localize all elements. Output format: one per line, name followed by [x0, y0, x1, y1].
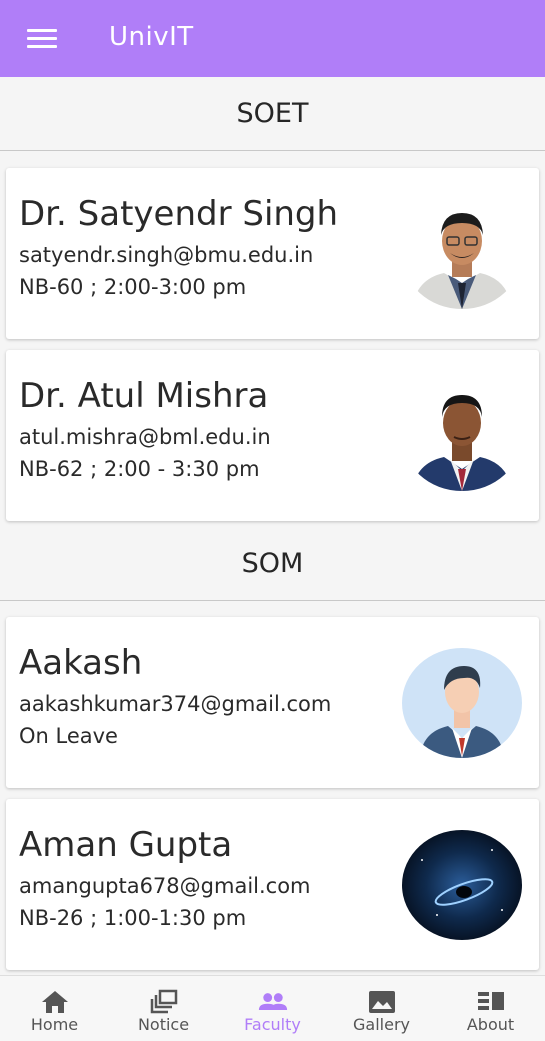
- menu-icon[interactable]: [27, 29, 57, 49]
- nav-item-home[interactable]: Home: [0, 976, 109, 1041]
- nav-label-about: About: [466, 1015, 515, 1034]
- faculty-email: atul.mishra@bml.edu.in: [19, 425, 271, 449]
- nav-label-home: Home: [30, 1015, 79, 1034]
- faculty-email: amangupta678@gmail.com: [19, 874, 311, 898]
- faculty-card[interactable]: Aman Gupta amangupta678@gmail.com NB-26 …: [6, 799, 539, 970]
- faculty-photo: [402, 830, 522, 940]
- faculty-photo: [402, 648, 522, 758]
- nav-item-about[interactable]: About: [436, 976, 545, 1041]
- app-bar: UnivIT: [0, 0, 545, 77]
- app-title: UnivIT: [109, 22, 194, 52]
- faculty-hours: On Leave: [19, 724, 118, 748]
- faculty-hours: NB-60 ; 2:00-3:00 pm: [19, 275, 247, 299]
- nav-label-notice: Notice: [137, 1015, 190, 1034]
- about-icon: [476, 989, 506, 1015]
- nav-label-faculty: Faculty: [244, 1015, 301, 1034]
- faculty-name: Aman Gupta: [19, 825, 233, 865]
- faculty-photo: [402, 199, 522, 309]
- faculty-hours: NB-26 ; 1:00-1:30 pm: [19, 906, 247, 930]
- section-header-soet: SOET: [0, 77, 545, 151]
- faculty-hours: NB-62 ; 2:00 - 3:30 pm: [19, 457, 260, 481]
- nav-item-faculty[interactable]: Faculty: [218, 976, 327, 1041]
- section-header-som: SOM: [0, 527, 545, 601]
- gallery-icon: [367, 989, 397, 1015]
- faculty-name: Dr. Atul Mishra: [19, 376, 269, 416]
- faculty-name: Dr. Satyendr Singh: [19, 194, 339, 234]
- home-icon: [40, 989, 70, 1015]
- nav-item-gallery[interactable]: Gallery: [327, 976, 436, 1041]
- faculty-icon: [258, 989, 288, 1015]
- notice-icon: [149, 989, 179, 1015]
- nav-item-notice[interactable]: Notice: [109, 976, 218, 1041]
- nav-label-gallery: Gallery: [353, 1015, 410, 1034]
- faculty-photo: [402, 381, 522, 491]
- faculty-email: satyendr.singh@bmu.edu.in: [19, 243, 314, 267]
- faculty-name: Aakash: [19, 643, 143, 683]
- faculty-card[interactable]: Dr. Atul Mishra atul.mishra@bml.edu.in N…: [6, 350, 539, 521]
- faculty-card[interactable]: Dr. Satyendr Singh satyendr.singh@bmu.ed…: [6, 168, 539, 339]
- bottom-navigation: Home Notice Faculty Gallery About: [0, 975, 545, 1041]
- faculty-card[interactable]: Aakash aakashkumar374@gmail.com On Leave: [6, 617, 539, 788]
- faculty-email: aakashkumar374@gmail.com: [19, 692, 332, 716]
